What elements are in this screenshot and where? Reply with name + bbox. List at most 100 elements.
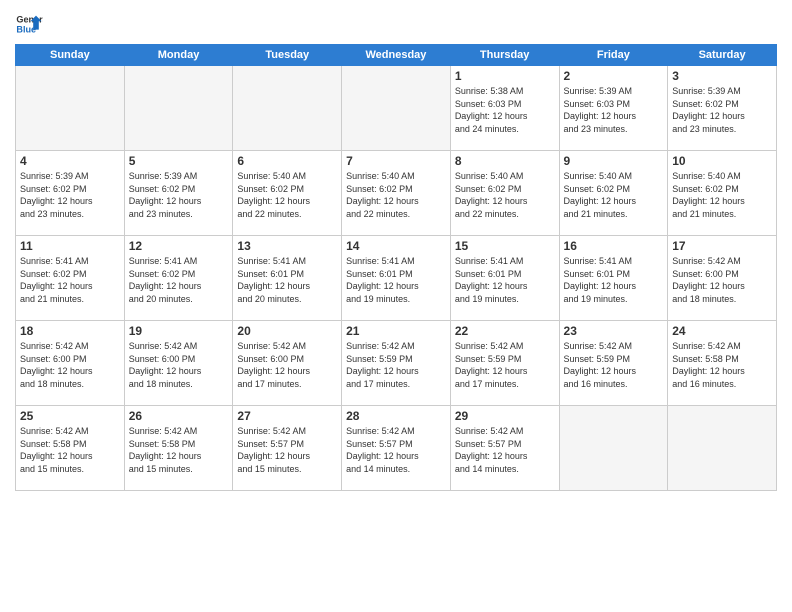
day-header-thursday: Thursday — [450, 45, 559, 66]
day-header-monday: Monday — [124, 45, 233, 66]
calendar-table: SundayMondayTuesdayWednesdayThursdayFrid… — [15, 44, 777, 491]
day-header-friday: Friday — [559, 45, 668, 66]
calendar-cell — [559, 406, 668, 491]
cell-info: Sunrise: 5:40 AM Sunset: 6:02 PM Dayligh… — [237, 170, 337, 220]
day-number: 14 — [346, 239, 446, 253]
cell-info: Sunrise: 5:42 AM Sunset: 5:57 PM Dayligh… — [346, 425, 446, 475]
cell-info: Sunrise: 5:42 AM Sunset: 5:57 PM Dayligh… — [237, 425, 337, 475]
page: General Blue SundayMondayTuesdayWednesda… — [0, 0, 792, 612]
day-header-sunday: Sunday — [16, 45, 125, 66]
cell-info: Sunrise: 5:42 AM Sunset: 5:59 PM Dayligh… — [455, 340, 555, 390]
header-row: SundayMondayTuesdayWednesdayThursdayFrid… — [16, 45, 777, 66]
calendar-cell: 3Sunrise: 5:39 AM Sunset: 6:02 PM Daylig… — [668, 66, 777, 151]
day-number: 23 — [564, 324, 664, 338]
calendar-cell: 29 Sunrise: 5:42 AM Sunset: 5:57 PM Dayli… — [450, 406, 559, 491]
calendar-cell: 12 Sunrise: 5:41 AM Sunset: 6:02 PM Dayli… — [124, 236, 233, 321]
week-row-3: 18 Sunrise: 5:42 AM Sunset: 6:00 PM Dayli… — [16, 321, 777, 406]
calendar-cell — [124, 66, 233, 151]
svg-text:Blue: Blue — [16, 24, 36, 34]
header: General Blue — [15, 10, 777, 38]
cell-info: Sunrise: 5:39 AM Sunset: 6:02 PM Dayligh… — [20, 170, 120, 220]
calendar-cell: 15 Sunrise: 5:41 AM Sunset: 6:01 PM Dayli… — [450, 236, 559, 321]
calendar-cell: 16 Sunrise: 5:41 AM Sunset: 6:01 PM Dayli… — [559, 236, 668, 321]
day-number: 24 — [672, 324, 772, 338]
day-number: 15 — [455, 239, 555, 253]
day-number: 12 — [129, 239, 229, 253]
day-number: 6 — [237, 154, 337, 168]
calendar-cell: 17 Sunrise: 5:42 AM Sunset: 6:00 PM Dayli… — [668, 236, 777, 321]
calendar-cell: 24 Sunrise: 5:42 AM Sunset: 5:58 PM Dayli… — [668, 321, 777, 406]
day-number: 19 — [129, 324, 229, 338]
cell-info: Sunrise: 5:41 AM Sunset: 6:02 PM Dayligh… — [20, 255, 120, 305]
day-number: 18 — [20, 324, 120, 338]
week-row-4: 25 Sunrise: 5:42 AM Sunset: 5:58 PM Dayli… — [16, 406, 777, 491]
cell-info: Sunrise: 5:40 AM Sunset: 6:02 PM Dayligh… — [346, 170, 446, 220]
week-row-1: 4Sunrise: 5:39 AM Sunset: 6:02 PM Daylig… — [16, 151, 777, 236]
calendar-cell — [668, 406, 777, 491]
calendar-cell: 8 Sunrise: 5:40 AM Sunset: 6:02 PM Daylig… — [450, 151, 559, 236]
calendar-cell: 7 Sunrise: 5:40 AM Sunset: 6:02 PM Daylig… — [342, 151, 451, 236]
calendar-cell: 4Sunrise: 5:39 AM Sunset: 6:02 PM Daylig… — [16, 151, 125, 236]
cell-info: Sunrise: 5:41 AM Sunset: 6:01 PM Dayligh… — [455, 255, 555, 305]
day-number: 16 — [564, 239, 664, 253]
cell-info: Sunrise: 5:42 AM Sunset: 5:57 PM Dayligh… — [455, 425, 555, 475]
calendar-cell: 14 Sunrise: 5:41 AM Sunset: 6:01 PM Dayli… — [342, 236, 451, 321]
day-number: 3 — [672, 69, 772, 83]
day-number: 17 — [672, 239, 772, 253]
day-number: 7 — [346, 154, 446, 168]
cell-info: Sunrise: 5:39 AM Sunset: 6:02 PM Dayligh… — [129, 170, 229, 220]
cell-info: Sunrise: 5:42 AM Sunset: 5:59 PM Dayligh… — [346, 340, 446, 390]
day-number: 21 — [346, 324, 446, 338]
cell-info: Sunrise: 5:42 AM Sunset: 6:00 PM Dayligh… — [20, 340, 120, 390]
calendar-cell: 6 Sunrise: 5:40 AM Sunset: 6:02 PM Daylig… — [233, 151, 342, 236]
day-header-tuesday: Tuesday — [233, 45, 342, 66]
cell-info: Sunrise: 5:42 AM Sunset: 6:00 PM Dayligh… — [672, 255, 772, 305]
day-number: 29 — [455, 409, 555, 423]
cell-info: Sunrise: 5:41 AM Sunset: 6:02 PM Dayligh… — [129, 255, 229, 305]
calendar-cell: 23Sunrise: 5:42 AM Sunset: 5:59 PM Dayli… — [559, 321, 668, 406]
cell-info: Sunrise: 5:42 AM Sunset: 6:00 PM Dayligh… — [237, 340, 337, 390]
day-number: 10 — [672, 154, 772, 168]
cell-info: Sunrise: 5:38 AM Sunset: 6:03 PM Dayligh… — [455, 85, 555, 135]
day-number: 11 — [20, 239, 120, 253]
calendar-cell: 10 Sunrise: 5:40 AM Sunset: 6:02 PM Dayli… — [668, 151, 777, 236]
cell-info: Sunrise: 5:40 AM Sunset: 6:02 PM Dayligh… — [672, 170, 772, 220]
cell-info: Sunrise: 5:41 AM Sunset: 6:01 PM Dayligh… — [564, 255, 664, 305]
cell-info: Sunrise: 5:40 AM Sunset: 6:02 PM Dayligh… — [455, 170, 555, 220]
day-header-saturday: Saturday — [668, 45, 777, 66]
cell-info: Sunrise: 5:40 AM Sunset: 6:02 PM Dayligh… — [564, 170, 664, 220]
day-number: 8 — [455, 154, 555, 168]
calendar-cell: 27 Sunrise: 5:42 AM Sunset: 5:57 PM Dayli… — [233, 406, 342, 491]
calendar-cell: 13Sunrise: 5:41 AM Sunset: 6:01 PM Dayli… — [233, 236, 342, 321]
calendar-cell: 19 Sunrise: 5:42 AM Sunset: 6:00 PM Dayli… — [124, 321, 233, 406]
cell-info: Sunrise: 5:42 AM Sunset: 6:00 PM Dayligh… — [129, 340, 229, 390]
calendar-cell — [233, 66, 342, 151]
calendar-body: 1Sunrise: 5:38 AM Sunset: 6:03 PM Daylig… — [16, 66, 777, 491]
calendar-cell: 9 Sunrise: 5:40 AM Sunset: 6:02 PM Daylig… — [559, 151, 668, 236]
day-header-wednesday: Wednesday — [342, 45, 451, 66]
day-number: 5 — [129, 154, 229, 168]
cell-info: Sunrise: 5:42 AM Sunset: 5:58 PM Dayligh… — [129, 425, 229, 475]
week-row-0: 1Sunrise: 5:38 AM Sunset: 6:03 PM Daylig… — [16, 66, 777, 151]
day-number: 27 — [237, 409, 337, 423]
cell-info: Sunrise: 5:41 AM Sunset: 6:01 PM Dayligh… — [237, 255, 337, 305]
day-number: 28 — [346, 409, 446, 423]
calendar-cell — [342, 66, 451, 151]
cell-info: Sunrise: 5:42 AM Sunset: 5:58 PM Dayligh… — [672, 340, 772, 390]
day-number: 20 — [237, 324, 337, 338]
calendar-cell — [16, 66, 125, 151]
week-row-2: 11 Sunrise: 5:41 AM Sunset: 6:02 PM Dayli… — [16, 236, 777, 321]
calendar-cell: 26Sunrise: 5:42 AM Sunset: 5:58 PM Dayli… — [124, 406, 233, 491]
logo: General Blue — [15, 10, 43, 38]
calendar-cell: 22 Sunrise: 5:42 AM Sunset: 5:59 PM Dayli… — [450, 321, 559, 406]
day-number: 9 — [564, 154, 664, 168]
cell-info: Sunrise: 5:39 AM Sunset: 6:03 PM Dayligh… — [564, 85, 664, 135]
day-number: 25 — [20, 409, 120, 423]
calendar-cell: 18 Sunrise: 5:42 AM Sunset: 6:00 PM Dayli… — [16, 321, 125, 406]
cell-info: Sunrise: 5:42 AM Sunset: 5:58 PM Dayligh… — [20, 425, 120, 475]
calendar-cell: 1Sunrise: 5:38 AM Sunset: 6:03 PM Daylig… — [450, 66, 559, 151]
day-number: 22 — [455, 324, 555, 338]
cell-info: Sunrise: 5:41 AM Sunset: 6:01 PM Dayligh… — [346, 255, 446, 305]
day-number: 2 — [564, 69, 664, 83]
calendar-cell: 28 Sunrise: 5:42 AM Sunset: 5:57 PM Dayli… — [342, 406, 451, 491]
